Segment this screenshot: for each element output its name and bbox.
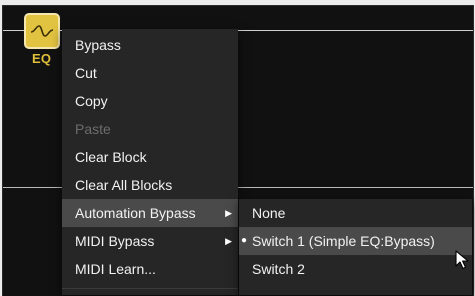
menu-item-copy[interactable]: Copy [62,87,238,115]
menu-item-paste: Paste [62,115,238,143]
menu-item-label: Cut [75,65,97,81]
menu-item-automation-bypass[interactable]: Automation Bypass ▶ [62,199,238,227]
block-context-menu: Bypass Cut Copy Paste Clear Block Clear … [62,29,238,295]
menu-item-label: MIDI Bypass [75,233,155,249]
menu-item-midi-bypass[interactable]: MIDI Bypass ▶ [62,227,238,255]
submenu-item-label: Switch 1 (Simple EQ:Bypass) [252,233,435,249]
menu-item-clear-all-blocks[interactable]: Clear All Blocks [62,171,238,199]
submenu-arrow-icon: ▶ [225,236,232,246]
menu-item-clear-block[interactable]: Clear Block [62,143,238,171]
menu-item-label: Copy [75,93,108,109]
menu-item-label: Bypass [75,37,121,53]
menu-item-cut[interactable]: Cut [62,59,238,87]
submenu-arrow-icon: ▶ [225,208,232,218]
eq-curve-icon [30,25,54,37]
eq-block-button[interactable] [24,13,60,49]
submenu-item-switch-1[interactable]: ● Switch 1 (Simple EQ:Bypass) [239,227,472,255]
automation-bypass-submenu: None ● Switch 1 (Simple EQ:Bypass) Switc… [239,199,472,295]
mouse-pointer-icon [455,250,469,270]
menu-item-label: Clear All Blocks [75,177,173,193]
submenu-item-label: Switch 2 [252,261,305,277]
submenu-item-none[interactable]: None [239,199,472,227]
checked-bullet-icon: ● [241,235,248,246]
menu-item-bypass[interactable]: Bypass [62,31,238,59]
menu-item-label: MIDI Learn... [75,261,156,277]
menu-item-label: Clear Block [75,149,147,165]
eq-block-label: EQ [32,51,52,66]
menu-item-midi-learn[interactable]: MIDI Learn... [62,255,238,283]
submenu-item-switch-2[interactable]: Switch 2 [239,255,472,283]
menu-item-label: Paste [75,121,111,137]
menu-item-label: Automation Bypass [75,205,196,221]
submenu-item-label: None [252,205,286,221]
menu-separator [62,288,238,289]
